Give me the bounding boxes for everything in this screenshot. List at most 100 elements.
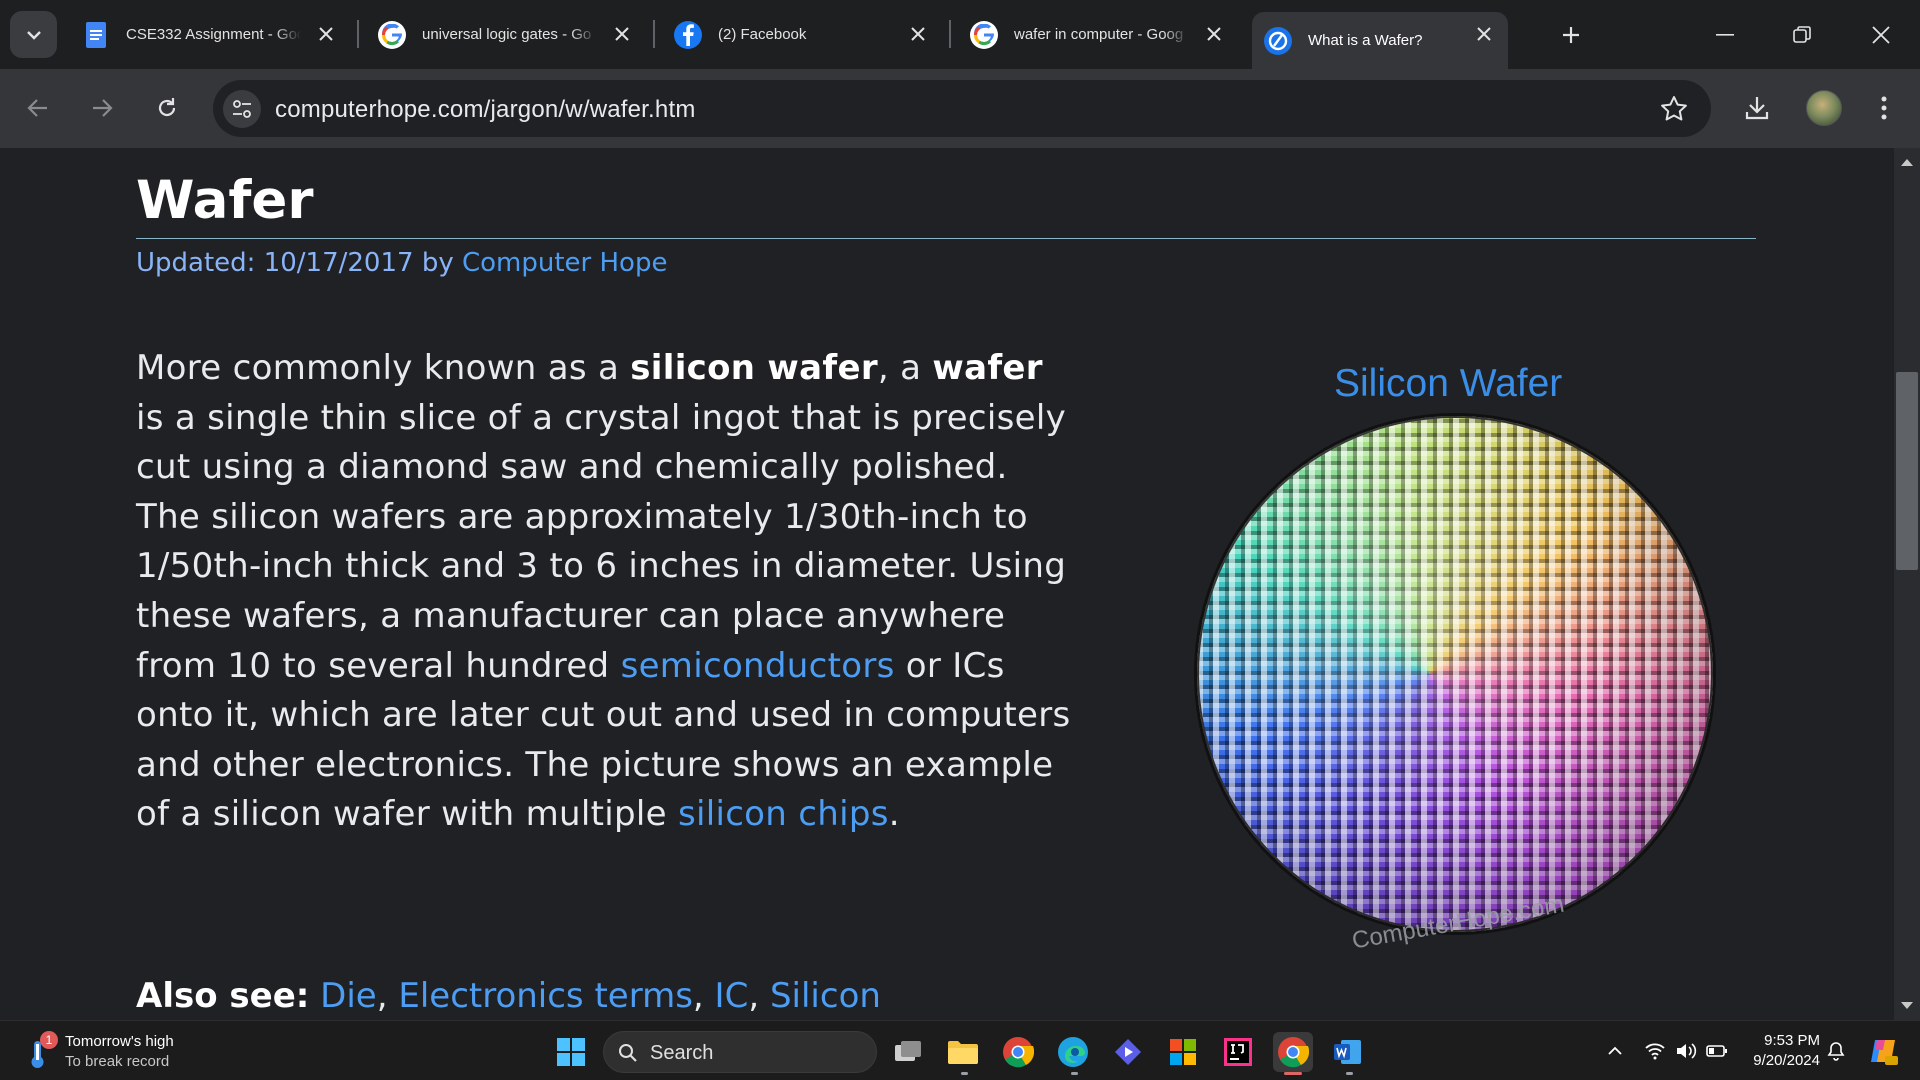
chevron-down-icon: [26, 30, 41, 40]
tab-cse332[interactable]: CSE332 Assignment - Goo: [70, 12, 350, 57]
notification-bell-icon[interactable]: [1824, 1037, 1848, 1065]
also-see-label: Also see:: [136, 976, 310, 1016]
separator: ,: [748, 976, 770, 1016]
tab-separator: [357, 20, 359, 48]
scroll-down-icon[interactable]: [1897, 996, 1917, 1016]
weather-widget[interactable]: 1 Tomorrow's high To break record: [22, 1031, 222, 1073]
google-icon: [378, 20, 406, 49]
taskbar-search[interactable]: Search: [603, 1031, 877, 1073]
windows-taskbar: 1 Tomorrow's high To break record Search: [0, 1020, 1920, 1080]
article-paragraph: More commonly known as a silicon wafer, …: [136, 344, 1076, 840]
browser-menu-button[interactable]: [1864, 88, 1904, 128]
microsoft-store-icon[interactable]: [1163, 1032, 1203, 1072]
download-icon: [1745, 97, 1769, 120]
battery-icon[interactable]: [1705, 1037, 1729, 1065]
file-explorer-icon[interactable]: [943, 1032, 983, 1072]
show-hidden-icons-chevron-icon[interactable]: [1603, 1037, 1627, 1065]
also-see-link-electronics-terms[interactable]: Electronics terms: [398, 976, 693, 1016]
updated-label: Updated:: [136, 248, 256, 278]
minimize-button[interactable]: [1700, 12, 1750, 57]
reload-button[interactable]: [147, 88, 187, 128]
computerhope-icon: [1264, 26, 1292, 55]
also-see-link-die[interactable]: Die: [320, 976, 377, 1016]
also-see-link-silicon[interactable]: Silicon: [770, 976, 881, 1016]
new-tab-button[interactable]: [1553, 17, 1589, 53]
restore-icon: [1793, 25, 1811, 43]
tab-title: What is a Wafer?: [1308, 32, 1423, 49]
edge-icon[interactable]: [1053, 1032, 1093, 1072]
silicon-wafer-image: [1194, 413, 1716, 935]
updated-line: Updated: 10/17/2017 by Computer Hope: [136, 248, 667, 278]
reload-icon: [158, 98, 176, 117]
close-icon[interactable]: [1474, 24, 1494, 44]
bold-term: silicon wafer: [630, 348, 878, 388]
profile-avatar[interactable]: [1806, 90, 1842, 126]
tab-title: CSE332 Assignment - Goo: [126, 26, 301, 43]
running-indicator: [1346, 1072, 1353, 1075]
volume-icon[interactable]: [1674, 1037, 1698, 1065]
active-indicator: [1284, 1072, 1302, 1075]
page-scrollbar[interactable]: [1894, 148, 1920, 1020]
silicon-chips-link[interactable]: silicon chips: [678, 794, 889, 834]
figure-title: Silicon Wafer: [1334, 362, 1563, 405]
media-player-icon[interactable]: [1108, 1032, 1148, 1072]
bookmark-star-icon[interactable]: [1659, 94, 1689, 124]
close-icon[interactable]: [908, 24, 928, 44]
paragraph-text: is a single thin slice of a crystal ingo…: [136, 397, 1067, 686]
restore-button[interactable]: [1777, 12, 1827, 57]
start-button[interactable]: [551, 1032, 591, 1072]
separator: ,: [376, 976, 399, 1016]
arrow-left-icon: [27, 99, 47, 117]
google-icon: [970, 20, 998, 49]
windows-logo-icon: [557, 1038, 585, 1066]
tab-separator: [653, 20, 655, 48]
weather-line1: Tomorrow's high: [65, 1033, 174, 1050]
author-link[interactable]: Computer Hope: [462, 248, 667, 278]
forward-button[interactable]: [82, 88, 122, 128]
tab-facebook[interactable]: (2) Facebook: [662, 12, 942, 57]
chrome-taskbar-icon[interactable]: [998, 1032, 1038, 1072]
tab-wafer-search[interactable]: wafer in computer - Goog: [958, 12, 1238, 57]
scroll-up-icon[interactable]: [1897, 152, 1917, 172]
tab-search-button[interactable]: [10, 11, 57, 58]
wifi-icon[interactable]: [1643, 1037, 1667, 1065]
task-view-icon[interactable]: [888, 1032, 928, 1072]
bold-term: wafer: [932, 348, 1043, 388]
running-indicator: [961, 1072, 968, 1075]
semiconductors-link[interactable]: semiconductors: [621, 646, 895, 686]
address-bar[interactable]: computerhope.com/jargon/w/wafer.htm: [213, 80, 1711, 137]
paragraph-text: More commonly known as a: [136, 348, 631, 388]
close-icon[interactable]: [1204, 24, 1224, 44]
chrome-active-taskbar-icon[interactable]: [1273, 1032, 1313, 1072]
also-see: Also see: Die, Electronics terms, IC, Si…: [136, 976, 881, 1016]
downloads-button[interactable]: [1737, 88, 1777, 128]
system-clock[interactable]: 9:53 PM 9/20/2024: [1740, 1031, 1820, 1071]
also-see-link-ic[interactable]: IC: [715, 976, 749, 1016]
tab-title: wafer in computer - Goog: [1014, 26, 1184, 43]
close-icon: [1872, 25, 1890, 44]
taskbar-search-label: Search: [650, 1042, 714, 1064]
tab-what-is-wafer[interactable]: What is a Wafer?: [1252, 12, 1508, 69]
minimize-icon: [1716, 33, 1734, 36]
site-info-icon[interactable]: [223, 90, 261, 128]
close-window-button[interactable]: [1856, 12, 1906, 57]
page-title: Wafer: [136, 170, 314, 231]
tab-logic-gates[interactable]: universal logic gates - Go: [366, 12, 646, 57]
updated-date: 10/17/2017: [263, 248, 414, 278]
wafer-shading: [1197, 416, 1713, 932]
title-divider: [136, 238, 1756, 239]
close-icon[interactable]: [316, 24, 336, 44]
paragraph-text: , a: [877, 348, 933, 388]
more-vert-icon: [1881, 96, 1887, 120]
intellij-idea-icon[interactable]: [1218, 1032, 1258, 1072]
back-button[interactable]: [18, 88, 58, 128]
close-icon[interactable]: [612, 24, 632, 44]
plus-icon: [1563, 27, 1579, 43]
scrollbar-thumb[interactable]: [1896, 372, 1918, 570]
search-icon: [619, 1044, 637, 1062]
paragraph-text: .: [888, 794, 900, 835]
copilot-icon[interactable]: [1866, 1037, 1900, 1065]
word-icon[interactable]: [1328, 1032, 1368, 1072]
tab-separator: [949, 20, 951, 48]
clock-date: 9/20/2024: [1753, 1052, 1820, 1069]
